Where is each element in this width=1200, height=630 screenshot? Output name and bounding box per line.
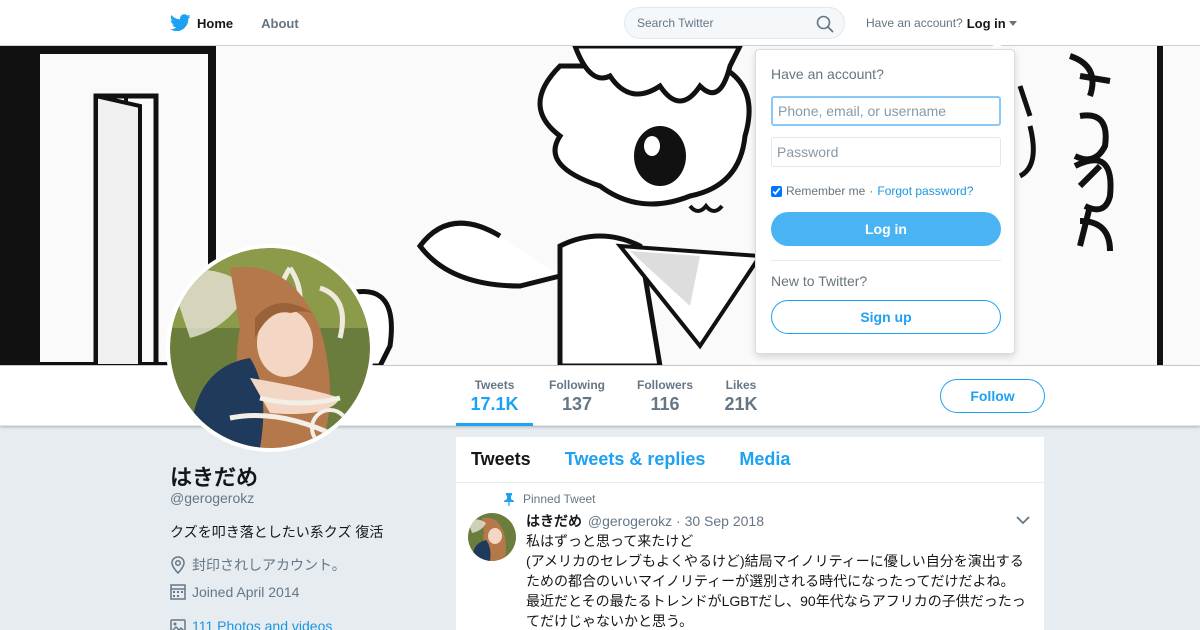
login-button[interactable]: Log in <box>771 212 1001 246</box>
profile-joined: Joined April 2014 <box>170 583 299 600</box>
caret-down-icon[interactable] <box>1008 20 1017 26</box>
stat-label: Likes <box>725 378 757 392</box>
profile-avatar[interactable] <box>166 244 374 452</box>
stat-followers[interactable]: Followers 116 <box>631 366 699 426</box>
stat-label: Following <box>549 378 605 392</box>
top-navigation-bar: Home About Have an account? Log in <box>0 0 1200 46</box>
tweet-author-handle[interactable]: @gerogerokz <box>588 513 672 529</box>
tweet-text-line: てだけじゃないかと思う。 <box>526 613 694 629</box>
tweet-text: 私はずっと思って来たけど (アメリカのセレブもよくやるけど)結局マイノリティーに… <box>526 531 1031 630</box>
login-dropdown: Have an account? Remember me · Forgot pa… <box>755 49 1015 354</box>
dropdown-title: Have an account? <box>771 66 884 82</box>
stat-tweets[interactable]: Tweets 17.1K <box>456 366 533 426</box>
nav-about-label: About <box>261 15 299 31</box>
account-area: Have an account? Log in <box>866 0 1017 46</box>
nav-about-link[interactable]: About <box>261 0 299 46</box>
avatar-photo <box>170 248 370 448</box>
stat-likes[interactable]: Likes 21K <box>716 366 766 426</box>
nav-left: Home About <box>170 0 327 46</box>
tweet-date[interactable]: · 30 Sep 2018 <box>676 513 764 529</box>
photos-link-text: 111 Photos and videos <box>192 618 333 630</box>
tweet-text-line: ための都合のいいマイノリティーが選別される時代になったってだけだよね。 <box>526 573 1015 589</box>
profile-bio: クズを叩き落としたい系クズ 復活 <box>170 524 384 540</box>
tweet-avatar[interactable] <box>468 513 516 561</box>
tab-tweets[interactable]: Tweets <box>471 449 531 470</box>
password-field[interactable] <box>771 137 1001 167</box>
tab-tweets-replies[interactable]: Tweets & replies <box>565 449 706 470</box>
search-input[interactable] <box>625 8 805 38</box>
tweet-text-line: (アメリカのセレブもよくやるけど)結局マイノリティーに優しい自分を演出する <box>526 553 1024 569</box>
stat-label: Followers <box>636 378 693 392</box>
tab-media[interactable]: Media <box>739 449 790 470</box>
calendar-icon <box>170 584 186 600</box>
search-icon[interactable] <box>816 15 834 33</box>
tweet-author-name[interactable]: はきだめ <box>526 513 582 529</box>
joined-text: Joined April 2014 <box>192 583 300 600</box>
remember-row: Remember me · Forgot password? <box>771 184 973 198</box>
pinned-indicator: Pinned Tweet <box>503 492 596 506</box>
pin-icon <box>504 492 514 506</box>
forgot-password-link[interactable]: Forgot password? <box>877 184 973 198</box>
signup-button[interactable]: Sign up <box>771 300 1001 334</box>
remember-separator: · <box>869 184 874 198</box>
remember-label[interactable]: Remember me <box>786 184 865 198</box>
nav-home-label: Home <box>197 15 234 31</box>
nav-home-link[interactable]: Home <box>170 0 233 46</box>
username-field[interactable] <box>771 96 1001 126</box>
stat-value: 116 <box>650 394 680 414</box>
search-box <box>624 7 845 39</box>
profile-handle[interactable]: @gerogerokz <box>170 490 254 506</box>
dropdown-divider <box>771 260 1001 261</box>
location-text: 封印されしアカウント。 <box>192 557 346 573</box>
tweet-header: はきだめ @gerogerokz · 30 Sep 2018 <box>526 511 764 531</box>
location-icon <box>171 556 185 574</box>
tweet-item[interactable]: Pinned Tweet はきだめ @gerogerokz · 30 Sep 2… <box>456 483 1044 630</box>
pinned-label: Pinned Tweet <box>523 492 596 506</box>
tweet-avatar-photo <box>468 513 516 561</box>
stat-value: 137 <box>561 394 593 414</box>
stat-following[interactable]: Following 137 <box>543 366 611 426</box>
tweet-text-line: 最近だとその最たるトレンドがLGBTだし、90年代ならアフリカの子供だったっ <box>526 593 1026 609</box>
new-to-twitter-text: New to Twitter? <box>771 273 868 289</box>
timeline-tabs: Tweets Tweets & replies Media <box>456 437 1044 483</box>
profile-location: 封印されしアカウント。 <box>170 555 346 575</box>
profile-name: はきだめ <box>170 465 259 490</box>
login-toggle[interactable]: Log in <box>967 16 1006 31</box>
stat-label: Tweets <box>474 378 515 392</box>
tweet-text-line: 私はずっと思って来たけど <box>526 533 694 549</box>
photo-icon <box>170 619 186 630</box>
have-account-text: Have an account? <box>866 16 963 30</box>
chevron-down-icon[interactable] <box>1016 515 1030 525</box>
twitter-bird-icon <box>170 14 191 32</box>
profile-photos-link[interactable]: 111 Photos and videos <box>170 618 332 630</box>
remember-checkbox[interactable] <box>771 185 782 197</box>
stat-value: 21K <box>724 394 758 414</box>
stat-value: 17.1K <box>470 394 519 414</box>
timeline: Tweets Tweets & replies Media Pinned Twe… <box>456 437 1044 630</box>
follow-button[interactable]: Follow <box>940 379 1045 413</box>
